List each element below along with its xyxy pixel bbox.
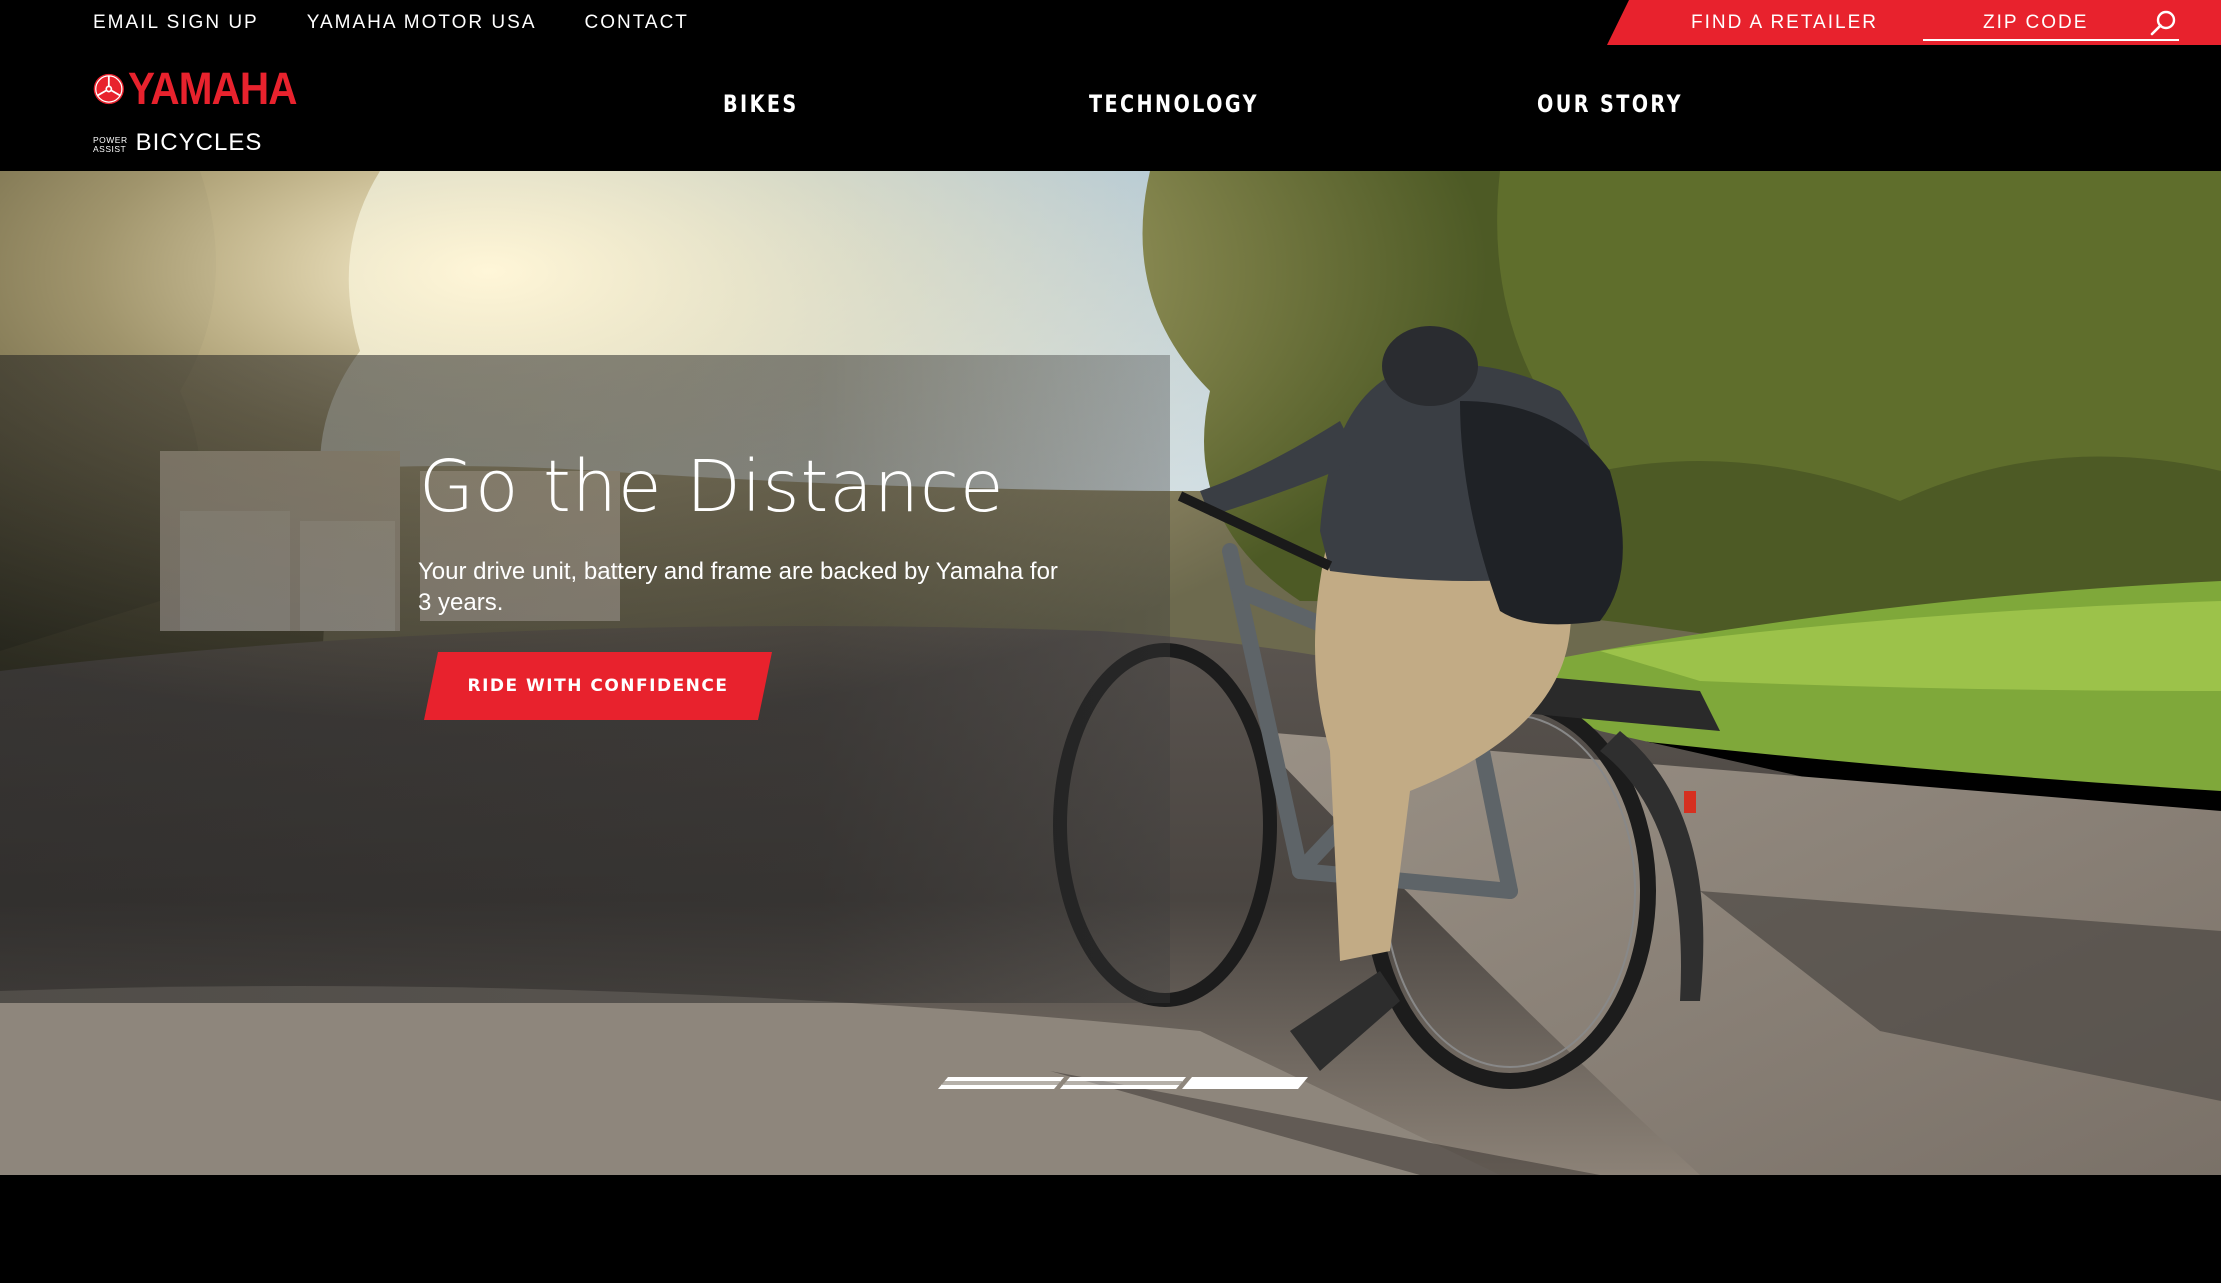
nav-bikes[interactable]: BIKES: [723, 90, 799, 118]
yamaha-motor-usa-link[interactable]: YAMAHA MOTOR USA: [307, 12, 537, 34]
carousel-slide-3-indicator[interactable]: [1182, 1077, 1308, 1089]
carousel-slide-2-indicator[interactable]: [1060, 1077, 1186, 1089]
contact-link[interactable]: CONTACT: [585, 12, 689, 34]
brand-subline: POWER ASSIST BICYCLES: [93, 129, 315, 156]
search-icon[interactable]: [2149, 8, 2179, 38]
email-sign-up-link[interactable]: EMAIL SIGN UP: [93, 12, 259, 34]
ride-with-confidence-button[interactable]: RIDE WITH CONFIDENCE: [424, 652, 772, 720]
utility-bar: EMAIL SIGN UP YAMAHA MOTOR USA CONTACT F…: [0, 0, 2221, 46]
cta-label: RIDE WITH CONFIDENCE: [467, 676, 729, 696]
bicycles-label: BICYCLES: [135, 129, 263, 156]
zip-code-input[interactable]: [1923, 8, 2143, 38]
hero-title: Go the Distance: [419, 445, 1005, 528]
carousel-slide-1-indicator[interactable]: [938, 1077, 1064, 1089]
hero-banner: [0, 171, 2221, 1175]
page-footer-area: [0, 1175, 2221, 1283]
zip-code-field: [1923, 4, 2179, 41]
power-assist-label: POWER ASSIST: [93, 136, 128, 154]
retailer-search-bar: FIND A RETAILER: [1607, 0, 2221, 45]
carousel-pagination: [938, 1077, 1304, 1089]
assist-label: ASSIST: [93, 144, 127, 154]
nav-our-story[interactable]: OUR STORY: [1537, 90, 1683, 118]
main-nav: BIKES TECHNOLOGY OUR STORY: [0, 90, 2221, 126]
hero-subtitle: Your drive unit, battery and frame are b…: [418, 558, 1058, 616]
find-a-retailer-link[interactable]: FIND A RETAILER: [1691, 12, 1878, 34]
nav-technology[interactable]: TECHNOLOGY: [1089, 90, 1259, 118]
utility-links: EMAIL SIGN UP YAMAHA MOTOR USA CONTACT: [93, 12, 689, 34]
